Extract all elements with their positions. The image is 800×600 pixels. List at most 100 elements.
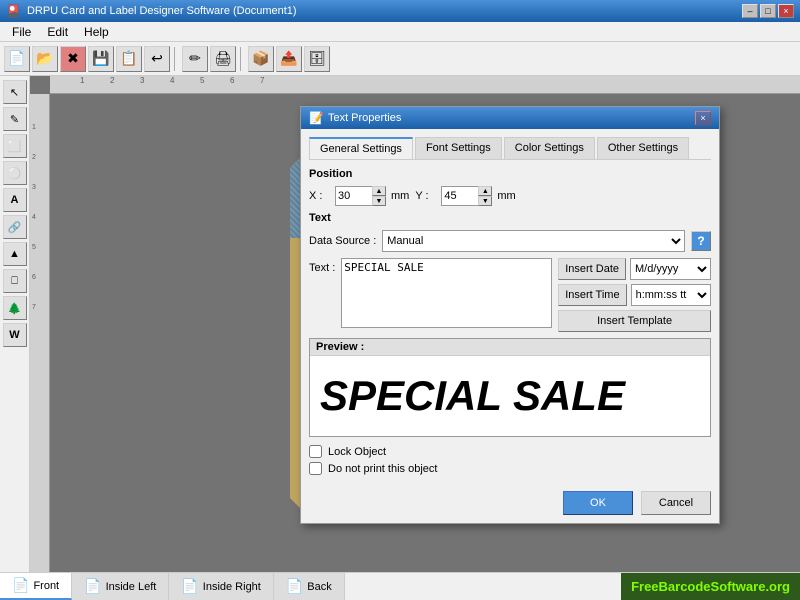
tool-link[interactable]: 🔗 [3,215,27,239]
y-spin-controls: ▲ ▼ [478,186,492,206]
canvas-area: 1 2 3 4 5 6 7 1 2 3 4 5 6 7 [30,76,800,572]
data-source-row: Data Source : Manual Database Sequential… [309,230,711,252]
position-section-label: Position [309,168,711,180]
tb-sep1 [174,47,178,71]
tab-back[interactable]: 📄 Back [274,573,345,600]
y-spin-up[interactable]: ▲ [478,186,492,196]
insert-date-button[interactable]: Insert Date [558,258,626,280]
insert-time-button[interactable]: Insert Time [558,284,626,306]
y-label: Y : [415,190,435,202]
x-label: X : [309,190,329,202]
dialog-title-text: Text Properties [328,112,401,124]
tb-edit[interactable]: ✏ [182,46,208,72]
tab-inside-right[interactable]: 📄 Inside Right [169,573,274,600]
tb-open[interactable]: 📂 [32,46,58,72]
tb-import[interactable]: 📦 [248,46,274,72]
tab-inside-right-icon: 📄 [181,578,198,595]
x-spinbox[interactable]: ▲ ▼ [335,186,385,206]
tool-text[interactable]: A [3,188,27,212]
tool-ellipse[interactable]: ⚪ [3,161,27,185]
dialog-footer: OK Cancel [301,487,719,523]
brand-label: FreeBarcodeSoftware.org [621,573,800,600]
tb-new[interactable]: 📄 [4,46,30,72]
tab-font-settings[interactable]: Font Settings [415,137,502,159]
tool-rect[interactable]: ⬜ [3,134,27,158]
tab-general-settings[interactable]: General Settings [309,137,413,159]
minimize-button[interactable]: – [742,4,758,18]
tool-draw[interactable]: ✎ [3,107,27,131]
y-spinbox[interactable]: ▲ ▼ [441,186,491,206]
no-print-checkbox[interactable] [309,462,322,475]
text-textarea[interactable]: SPECIAL SALE [341,258,552,328]
tab-front-icon: 📄 [12,577,29,594]
tool-image[interactable]: 🌲 [3,296,27,320]
data-source-select[interactable]: Manual Database Sequential [382,230,685,252]
data-source-label: Data Source : [309,235,376,247]
dialog-close-button[interactable]: × [695,111,711,125]
tb-print[interactable]: 🖨 [210,46,236,72]
tab-inside-right-label: Inside Right [203,581,261,593]
menu-file[interactable]: File [4,22,39,41]
tab-bar: General Settings Font Settings Color Set… [309,137,711,160]
tab-back-label: Back [307,581,331,593]
tab-front[interactable]: 📄 Front [0,573,72,600]
menu-help[interactable]: Help [76,22,117,41]
no-print-row: Do not print this object [309,462,711,475]
text-insert-buttons: Insert Date M/d/yyyy MM/dd/yyyy dd/MM/yy… [558,258,711,332]
toolbar: 📄 📂 ✖ 💾 📋 ↩ ✏ 🖨 📦 📤 🗄 [0,42,800,76]
window-controls: – □ × [742,4,794,18]
tool-barcode[interactable]: ⎕ [3,269,27,293]
tb-save2[interactable]: 📋 [116,46,142,72]
tb-undo[interactable]: ↩ [144,46,170,72]
tab-inside-left-label: Inside Left [106,581,157,593]
cancel-button[interactable]: Cancel [641,491,711,515]
insert-date-row: Insert Date M/d/yyyy MM/dd/yyyy dd/MM/yy… [558,258,711,280]
window-title: DRPU Card and Label Designer Software (D… [27,5,297,17]
tab-color-settings[interactable]: Color Settings [504,137,595,159]
tool-w[interactable]: W [3,323,27,347]
preview-section: Preview : SPECIAL SALE [309,338,711,437]
y-unit: mm [497,190,515,202]
x-spin-up[interactable]: ▲ [372,186,386,196]
date-format-select[interactable]: M/d/yyyy MM/dd/yyyy dd/MM/yyyy [630,258,711,280]
time-format-select[interactable]: h:mm:ss tt HH:mm:ss [631,284,711,306]
close-button[interactable]: × [778,4,794,18]
tool-shape[interactable]: ▲ [3,242,27,266]
dialog-body: General Settings Font Settings Color Set… [301,129,719,487]
x-spin-controls: ▲ ▼ [372,186,386,206]
text-area-row: Text : SPECIAL SALE Insert Date M/d/yyyy… [309,258,711,332]
tab-front-label: Front [33,580,59,592]
title-bar: 🎴 DRPU Card and Label Designer Software … [0,0,800,22]
position-row: X : ▲ ▼ mm Y : [309,186,711,206]
menu-edit[interactable]: Edit [39,22,76,41]
dialog-overlay: 📝 Text Properties × General Settings Fon… [30,76,800,572]
insert-time-row: Insert Time h:mm:ss tt HH:mm:ss [558,284,711,306]
insert-template-button[interactable]: Insert Template [558,310,711,332]
help-button[interactable]: ? [691,231,711,251]
tb-export[interactable]: 📤 [276,46,302,72]
main-area: ↖ ✎ ⬜ ⚪ A 🔗 ▲ ⎕ 🌲 W 1 2 3 4 5 6 7 1 2 3 … [0,76,800,572]
ok-button[interactable]: OK [563,491,633,515]
tab-other-settings[interactable]: Other Settings [597,137,689,159]
lock-object-checkbox[interactable] [309,445,322,458]
text-input-container: SPECIAL SALE [341,258,552,332]
no-print-label: Do not print this object [328,463,437,475]
tab-back-icon: 📄 [286,578,303,595]
tab-inside-left[interactable]: 📄 Inside Left [72,573,169,600]
lock-object-row: Lock Object [309,445,711,458]
tool-select[interactable]: ↖ [3,80,27,104]
maximize-button[interactable]: □ [760,4,776,18]
text-field-label: Text : [309,262,335,332]
left-toolbar: ↖ ✎ ⬜ ⚪ A 🔗 ▲ ⎕ 🌲 W [0,76,30,572]
tb-sep2 [240,47,244,71]
preview-label: Preview : [310,339,710,356]
status-bar: 📄 Front 📄 Inside Left 📄 Inside Right 📄 B… [0,572,800,600]
x-spin-down[interactable]: ▼ [372,196,386,206]
tb-close[interactable]: ✖ [60,46,86,72]
x-input[interactable] [336,190,372,202]
tb-save[interactable]: 💾 [88,46,114,72]
tb-db[interactable]: 🗄 [304,46,330,72]
tab-inside-left-icon: 📄 [84,578,101,595]
y-spin-down[interactable]: ▼ [478,196,492,206]
y-input[interactable] [442,190,478,202]
